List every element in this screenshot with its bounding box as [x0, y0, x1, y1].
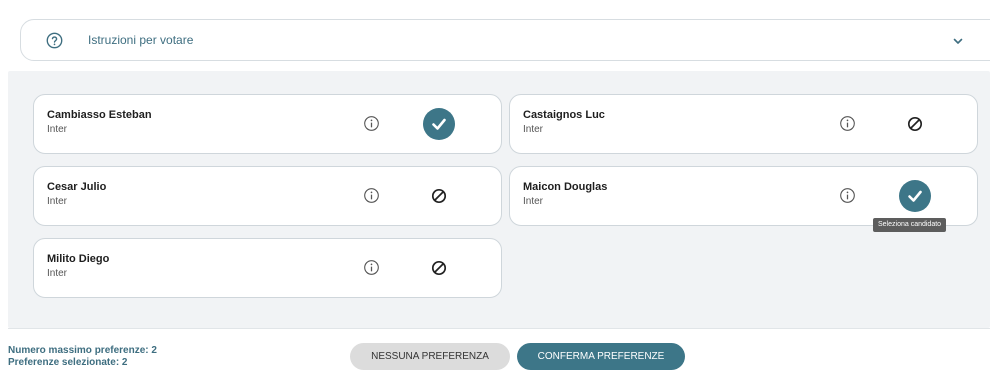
candidate-team: Inter: [523, 124, 544, 135]
candidate-name: Castaignos Luc: [523, 109, 605, 121]
select-candidate-button[interactable]: [423, 252, 455, 284]
candidate-card: Cesar Julio Inter: [33, 166, 502, 226]
candidate-card: Cambiasso Esteban Inter: [33, 94, 502, 154]
info-icon[interactable]: [839, 115, 856, 132]
chevron-down-icon[interactable]: [952, 35, 964, 47]
confirm-preferences-button[interactable]: CONFERMA PREFERENZE: [517, 343, 685, 370]
voting-instructions-label: Istruzioni per votare: [88, 33, 194, 47]
candidate-name: Maicon Douglas: [523, 181, 608, 193]
selected-preferences-label: Preferenze selezionate: 2: [8, 357, 128, 368]
info-icon[interactable]: [839, 187, 856, 204]
candidate-team: Inter: [47, 124, 68, 135]
checkmark-icon: [908, 190, 922, 202]
select-candidate-tooltip: Seleziona candidato: [873, 218, 947, 232]
candidate-card: Milito Diego Inter: [33, 238, 502, 298]
not-selected-icon: [431, 188, 447, 204]
no-preference-button[interactable]: NESSUNA PREFERENZA: [350, 343, 510, 370]
candidate-team: Inter: [523, 196, 544, 207]
candidate-card: Maicon Douglas Inter: [509, 166, 978, 226]
not-selected-icon: [907, 116, 923, 132]
candidate-name: Milito Diego: [47, 253, 110, 265]
candidate-name: Cesar Julio: [47, 181, 107, 193]
candidates-panel: Cambiasso Esteban Inter Castaignos Luc I…: [8, 71, 990, 328]
max-preferences-label: Numero massimo preferenze: 2: [8, 345, 157, 356]
select-candidate-button[interactable]: [423, 180, 455, 212]
preferences-footer: Numero massimo preferenze: 2 Preferenze …: [8, 328, 990, 382]
help-circle-icon: [46, 32, 63, 49]
info-icon[interactable]: [363, 115, 380, 132]
select-candidate-button[interactable]: [423, 108, 455, 140]
checkmark-icon: [432, 118, 446, 130]
info-icon[interactable]: [363, 259, 380, 276]
info-icon[interactable]: [363, 187, 380, 204]
not-selected-icon: [431, 260, 447, 276]
candidate-card: Castaignos Luc Inter: [509, 94, 978, 154]
voting-instructions-accordion[interactable]: Istruzioni per votare: [20, 19, 990, 61]
candidate-team: Inter: [47, 196, 68, 207]
select-candidate-button[interactable]: [899, 180, 931, 212]
candidate-team: Inter: [47, 268, 68, 279]
candidate-name: Cambiasso Esteban: [47, 109, 152, 121]
select-candidate-button[interactable]: [899, 108, 931, 140]
